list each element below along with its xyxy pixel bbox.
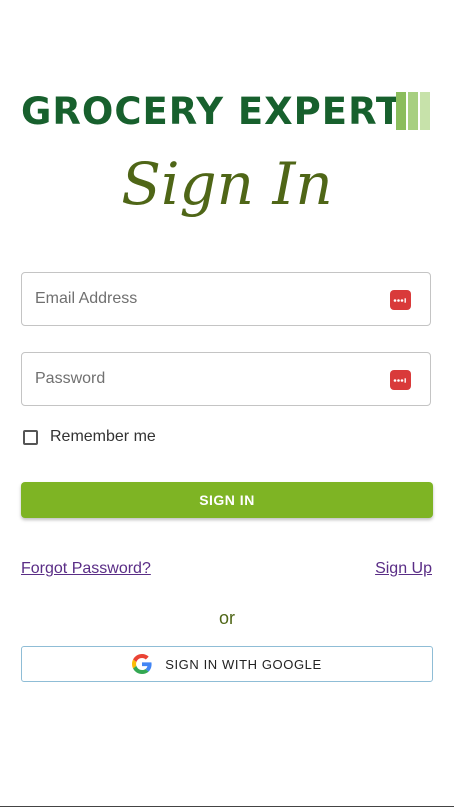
or-divider: or: [218, 608, 235, 628]
page-title: Sign In: [121, 150, 333, 218]
brand-bars-icon: [396, 92, 430, 130]
dots-icon: [393, 297, 406, 303]
dots-icon: [393, 377, 406, 383]
remember-me[interactable]: Remember me: [21, 427, 156, 447]
sign-up-link[interactable]: Sign Up: [375, 560, 432, 578]
brand-bar: [396, 92, 406, 130]
brand-name: GROCERY EXPERT: [21, 89, 403, 133]
email-input[interactable]: [35, 273, 375, 325]
remember-checkbox[interactable]: [23, 429, 38, 445]
forgot-password-link[interactable]: Forgot Password?: [21, 560, 151, 578]
brand-bar: [408, 92, 418, 130]
brand-bar: [420, 92, 430, 130]
remember-label: Remember me: [50, 428, 156, 445]
google-icon: [132, 654, 152, 674]
email-field[interactable]: [21, 272, 431, 326]
password-manager-icon[interactable]: [390, 370, 411, 390]
google-button-label: SIGN IN WITH GOOGLE: [165, 656, 322, 672]
password-input[interactable]: [35, 353, 375, 405]
password-manager-icon[interactable]: [390, 290, 411, 310]
brand-logo: GROCERY EXPERT: [21, 90, 433, 132]
password-field[interactable]: [21, 352, 431, 406]
sign-in-button[interactable]: SIGN IN: [21, 482, 433, 518]
google-sign-in-button[interactable]: SIGN IN WITH GOOGLE: [21, 646, 433, 682]
